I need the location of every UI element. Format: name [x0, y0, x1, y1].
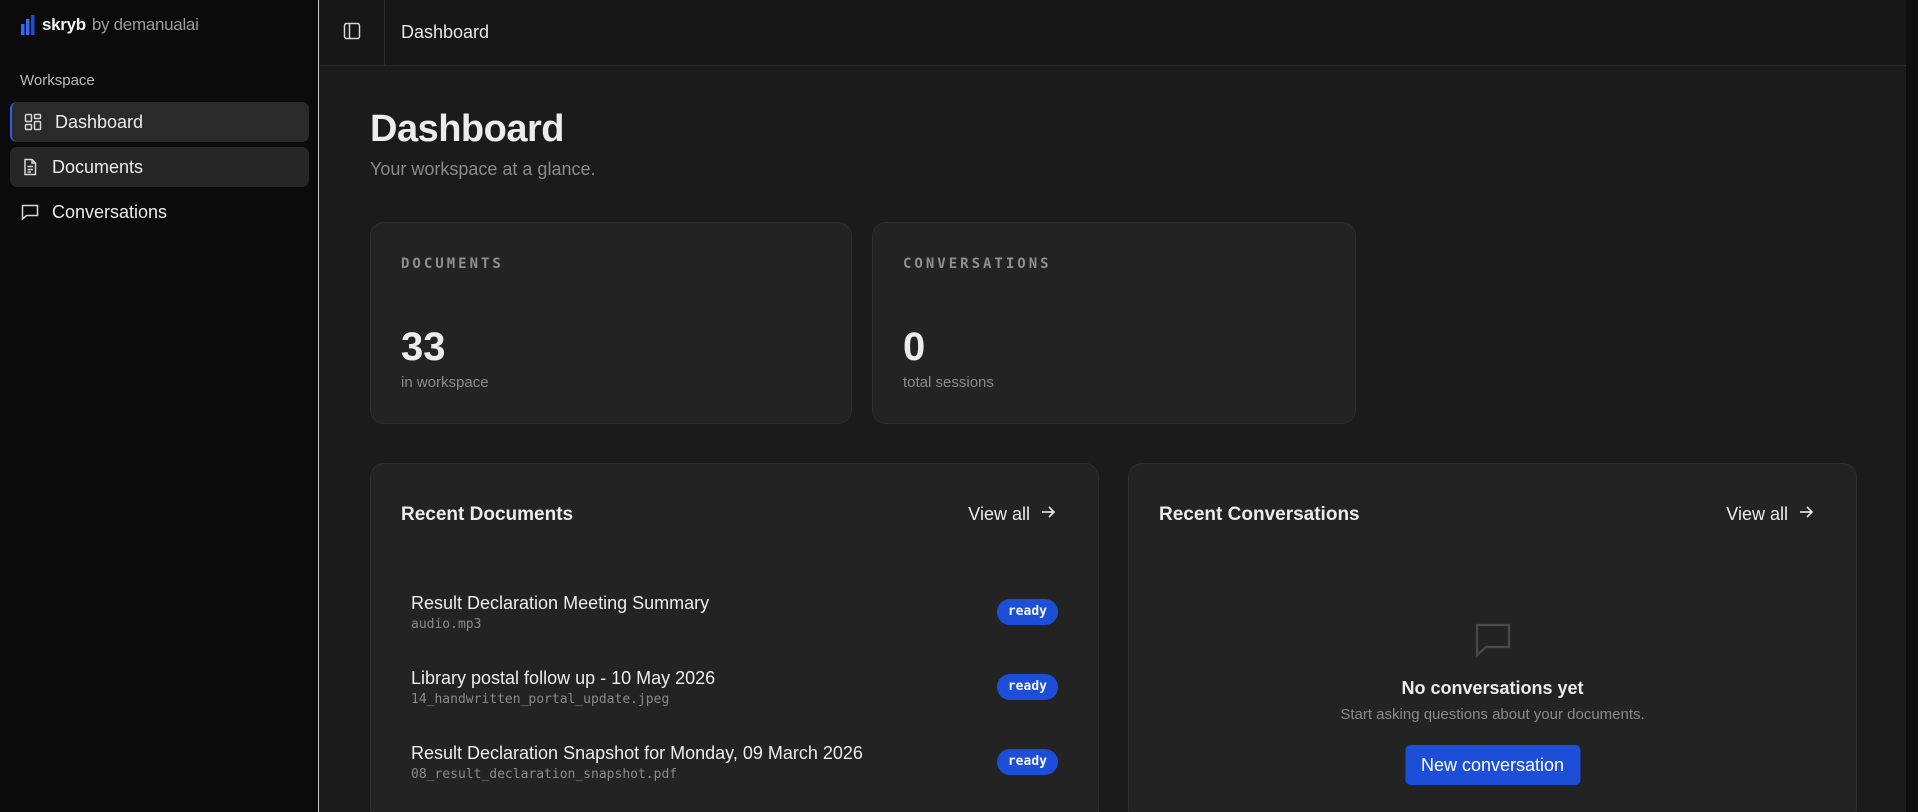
document-filename: 14_handwritten_portal_update.jpeg — [411, 692, 670, 707]
sidebar-toggle-icon — [343, 22, 361, 45]
recent-documents-panel: Recent Documents View all Result Declara… — [370, 463, 1099, 812]
brand-logo-icon — [21, 15, 35, 35]
workspace-section-label: Workspace — [20, 72, 95, 89]
arrow-right-icon — [1040, 504, 1056, 525]
document-filename: audio.mp3 — [411, 617, 482, 632]
view-all-documents-link[interactable]: View all — [968, 504, 1056, 525]
view-all-conversations-link[interactable]: View all — [1726, 504, 1814, 525]
stat-value: 33 — [401, 325, 446, 369]
chat-icon — [20, 202, 40, 222]
breadcrumb: Dashboard — [401, 22, 490, 42]
top-bar: Dashboard — [320, 0, 1906, 66]
brand-byline: by demanualai — [91, 15, 199, 34]
dashboard-icon — [23, 112, 43, 132]
scrollbar-track[interactable] — [1906, 0, 1918, 812]
view-all-label: View all — [1726, 504, 1788, 524]
status-badge: ready — [996, 674, 1058, 700]
stat-label: CONVERSATIONS — [903, 256, 1052, 272]
empty-state-subtitle: Start asking questions about your docume… — [1340, 706, 1645, 723]
chat-bubble-icon — [1475, 623, 1510, 658]
document-filename: 08_result_declaration_snapshot.pdf — [411, 767, 678, 782]
page-title: Dashboard — [370, 108, 564, 150]
brand-name: skryb — [42, 15, 86, 34]
empty-state-title: No conversations yet — [1401, 678, 1584, 698]
list-item[interactable]: Result Declaration Snapshot for Monday, … — [411, 743, 1058, 803]
sidebar-item-label: Dashboard — [55, 111, 144, 132]
view-all-label: View all — [968, 504, 1030, 524]
list-item[interactable]: Result Declaration Meeting Summary audio… — [411, 593, 1058, 653]
sidebar-item-documents[interactable]: Documents — [10, 147, 309, 187]
stat-caption: in workspace — [401, 374, 489, 391]
document-icon — [20, 157, 40, 177]
document-title: Library postal follow up - 10 May 2026 — [411, 668, 716, 688]
status-badge: ready — [996, 749, 1058, 775]
document-title: Result Declaration Snapshot for Monday, … — [411, 743, 863, 763]
panel-title: Recent Conversations — [1159, 504, 1360, 525]
sidebar: skryb by demanualai Workspace Dashboard — [0, 0, 319, 812]
stat-label: DOCUMENTS — [401, 256, 504, 272]
sidebar-nav: Dashboard Documents Conversations — [10, 102, 309, 237]
app-window: skryb by demanualai Workspace Dashboard — [0, 0, 1918, 812]
new-conversation-button[interactable]: New conversation — [1404, 745, 1581, 785]
sidebar-toggle-button[interactable] — [320, 0, 385, 66]
stat-value: 0 — [903, 325, 926, 369]
sidebar-item-dashboard[interactable]: Dashboard — [10, 102, 309, 142]
stat-caption: total sessions — [903, 374, 994, 391]
page-subtitle: Your workspace at a glance. — [370, 159, 596, 179]
status-badge: ready — [996, 599, 1058, 625]
sidebar-item-label: Documents — [52, 156, 144, 177]
recent-conversations-panel: Recent Conversations View all No convers… — [1128, 463, 1857, 812]
document-title: Result Declaration Meeting Summary — [411, 593, 710, 613]
arrow-right-icon — [1798, 504, 1814, 525]
sidebar-item-label: Conversations — [52, 201, 168, 222]
conversations-stat-card: CONVERSATIONS 0 total sessions — [872, 222, 1356, 424]
documents-stat-card: DOCUMENTS 33 in workspace — [370, 222, 852, 424]
sidebar-item-conversations[interactable]: Conversations — [10, 192, 309, 232]
list-item[interactable]: Library postal follow up - 10 May 2026 1… — [411, 668, 1058, 728]
brand[interactable]: skryb by demanualai — [20, 14, 199, 36]
panel-title: Recent Documents — [401, 504, 574, 525]
